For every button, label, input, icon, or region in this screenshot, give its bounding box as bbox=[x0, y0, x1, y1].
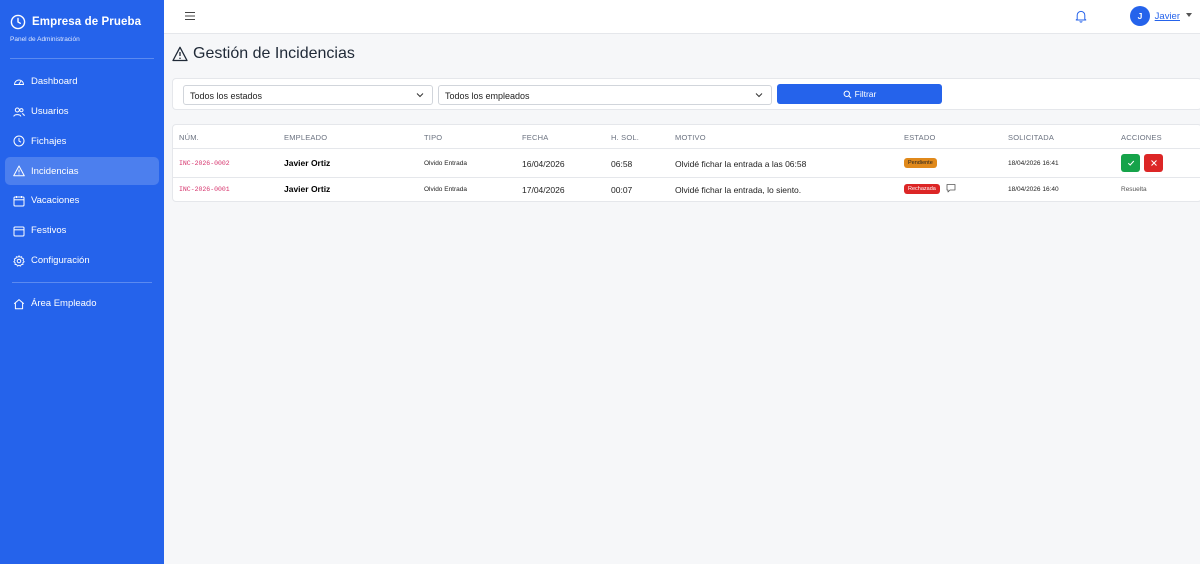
column-header-num[interactable]: NÚM. bbox=[179, 133, 199, 142]
sidebar-item-area-empleado[interactable]: Área Empleado bbox=[5, 290, 159, 318]
topbar: J Javier bbox=[164, 0, 1200, 34]
page-title-text: Gestión de Incidencias bbox=[193, 45, 355, 62]
column-header-motivo[interactable]: MOTIVO bbox=[675, 133, 706, 142]
search-icon bbox=[843, 90, 852, 98]
employee-name: Javier Ortiz bbox=[284, 184, 331, 194]
requested-time: 06:58 bbox=[611, 159, 633, 169]
requested-at: 18/04/2026 16:41 bbox=[1008, 160, 1059, 167]
close-icon bbox=[1150, 160, 1157, 166]
brand: Empresa de Prueba bbox=[0, 0, 164, 32]
sidebar-item-label: Configuración bbox=[31, 255, 90, 267]
column-header-estado[interactable]: ESTADO bbox=[904, 133, 935, 142]
home-icon bbox=[13, 298, 25, 309]
clock-icon bbox=[10, 14, 26, 30]
sidebar-item-label: Fichajes bbox=[31, 135, 67, 147]
empleado-select[interactable]: Todos los empleados bbox=[438, 85, 772, 105]
users-icon bbox=[13, 107, 25, 117]
sidebar-item-festivos[interactable]: Festivos bbox=[5, 217, 159, 245]
requested-time: 00:07 bbox=[611, 185, 633, 195]
column-header-solicitada[interactable]: SOLICITADA bbox=[1008, 133, 1054, 142]
filter-bar: Todos los estados Todos los empleados Fi… bbox=[172, 78, 1200, 110]
approve-button[interactable] bbox=[1121, 154, 1140, 172]
resolved-label: Resuelta bbox=[1121, 186, 1147, 193]
gear-icon bbox=[13, 254, 25, 267]
sidebar-item-fichajes[interactable]: Fichajes bbox=[5, 127, 159, 155]
sidebar-divider bbox=[12, 281, 152, 283]
caret-down-icon[interactable] bbox=[1186, 13, 1192, 17]
sidebar-item-incidencias[interactable]: Incidencias bbox=[5, 157, 159, 186]
incidencia-reason: Olvidé fichar la entrada a las 06:58 bbox=[675, 159, 807, 169]
empleado-select-value: Todos los empleados bbox=[445, 91, 530, 101]
page-title: Gestión de Incidencias bbox=[172, 45, 355, 63]
avatar[interactable]: J bbox=[1130, 6, 1150, 26]
incidencia-type: Olvido Entrada bbox=[424, 160, 467, 167]
sidebar-item-dashboard[interactable]: Dashboard bbox=[5, 68, 159, 96]
filter-button-label: Filtrar bbox=[854, 89, 877, 99]
bell-icon[interactable] bbox=[1074, 9, 1088, 23]
clock-icon bbox=[13, 135, 25, 147]
chevron-down-icon bbox=[416, 93, 424, 98]
table-row: INC-2026-0002 Javier Ortiz Olvido Entrad… bbox=[173, 149, 1200, 178]
check-icon bbox=[1127, 160, 1134, 166]
sidebar-item-label: Festivos bbox=[31, 225, 67, 237]
estado-select[interactable]: Todos los estados bbox=[183, 85, 433, 105]
filter-button[interactable]: Filtrar bbox=[777, 84, 942, 104]
employee-name: Javier Ortiz bbox=[284, 158, 331, 168]
reject-button[interactable] bbox=[1144, 154, 1163, 172]
sidebar-item-label: Usuarios bbox=[31, 106, 69, 118]
user-menu-name[interactable]: Javier bbox=[1155, 11, 1180, 22]
requested-at: 18/04/2026 16:40 bbox=[1008, 186, 1059, 193]
table-header: NÚM. EMPLEADO TIPO FECHA H. SOL. MOTIVO … bbox=[173, 125, 1200, 149]
incidencia-date: 17/04/2026 bbox=[522, 185, 565, 195]
column-header-empleado[interactable]: EMPLEADO bbox=[284, 133, 327, 142]
chevron-down-icon bbox=[755, 93, 763, 98]
estado-select-value: Todos los estados bbox=[190, 91, 263, 101]
incidencia-number[interactable]: INC-2026-0002 bbox=[179, 160, 230, 167]
sidebar-nav: Dashboard Usuarios Fichajes Incidencias … bbox=[0, 59, 164, 318]
incidencia-number[interactable]: INC-2026-0001 bbox=[179, 186, 230, 193]
sidebar-item-label: Área Empleado bbox=[31, 298, 97, 310]
brand-subtitle: Panel de Administración bbox=[10, 36, 80, 43]
warning-icon bbox=[172, 46, 188, 62]
sidebar: Empresa de Prueba Panel de Administració… bbox=[0, 0, 164, 564]
sidebar-item-label: Incidencias bbox=[31, 165, 79, 177]
status-badge: Pendiente bbox=[904, 158, 937, 168]
comment-icon[interactable] bbox=[946, 183, 956, 193]
gauge-icon bbox=[13, 79, 25, 85]
column-header-fecha[interactable]: FECHA bbox=[522, 133, 548, 142]
status-badge: Rechazada bbox=[904, 184, 940, 194]
column-header-hsol[interactable]: H. SOL. bbox=[611, 133, 639, 142]
sidebar-item-configuracion[interactable]: Configuración bbox=[5, 247, 159, 275]
sidebar-item-usuarios[interactable]: Usuarios bbox=[5, 98, 159, 126]
incidencia-date: 16/04/2026 bbox=[522, 159, 565, 169]
calendar-icon bbox=[13, 226, 25, 237]
sidebar-item-label: Vacaciones bbox=[31, 195, 80, 207]
sidebar-item-label: Dashboard bbox=[31, 76, 78, 88]
incidencia-reason: Olvidé fichar la entrada, lo siento. bbox=[675, 185, 802, 195]
calendar-icon bbox=[13, 195, 25, 207]
column-header-tipo[interactable]: TIPO bbox=[424, 133, 442, 142]
warning-icon bbox=[13, 165, 25, 177]
hamburger-menu-icon[interactable] bbox=[184, 10, 196, 22]
column-header-acciones: ACCIONES bbox=[1121, 133, 1162, 142]
incidencias-table: NÚM. EMPLEADO TIPO FECHA H. SOL. MOTIVO … bbox=[172, 124, 1200, 202]
sidebar-item-vacaciones[interactable]: Vacaciones bbox=[5, 187, 159, 215]
table-row: INC-2026-0001 Javier Ortiz Olvido Entrad… bbox=[173, 178, 1200, 202]
brand-name: Empresa de Prueba bbox=[32, 16, 142, 28]
incidencia-type: Olvido Entrada bbox=[424, 186, 467, 193]
